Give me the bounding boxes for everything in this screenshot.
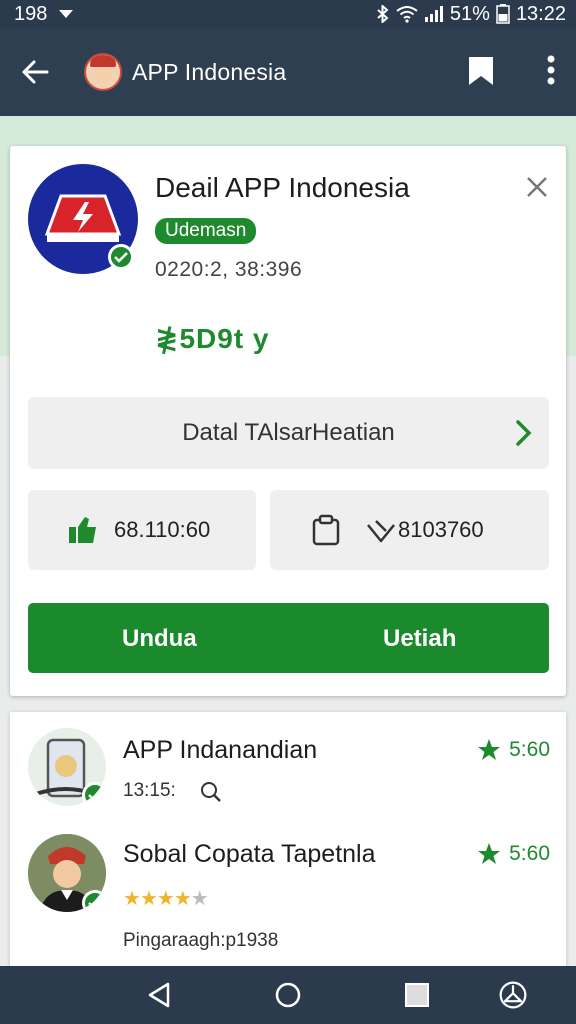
app-name: Deail APP Indonesia xyxy=(155,172,410,203)
app-price: ≹5D9t y xyxy=(155,323,270,354)
verified-check-icon xyxy=(82,782,106,806)
bluetooth-icon xyxy=(377,5,389,23)
star-empty-icon: ★ xyxy=(190,888,209,910)
bookmark-icon xyxy=(469,57,493,85)
verified-check-icon xyxy=(108,244,134,270)
clipboard-icon xyxy=(312,514,340,546)
list-item-footer: Pingaraagh:p1938 xyxy=(123,930,279,951)
app-logo xyxy=(28,164,138,274)
list-item[interactable]: APP Indanandian 13:15: 5:60 xyxy=(10,728,566,818)
status-left-text: 198 xyxy=(14,2,48,25)
back-button[interactable] xyxy=(0,28,70,116)
details-link-label: Datal TAlsarHeatian xyxy=(182,419,395,446)
chevron-right-icon xyxy=(516,420,532,446)
download-arrow-icon xyxy=(367,520,395,543)
list-item-rating-value: 5:60 xyxy=(509,738,550,761)
nav-home-button[interactable] xyxy=(273,980,303,1010)
list-item-avatar xyxy=(28,728,106,806)
list-item-rating: 5:60 xyxy=(477,738,550,762)
app-bar: APP Indonesia xyxy=(0,28,576,116)
list-item-rating-value: 5:60 xyxy=(509,842,550,865)
search-history-icon xyxy=(201,782,221,802)
details-link[interactable]: Datal TAlsarHeatian xyxy=(28,397,549,469)
list-item-title: Sobal Copata Tapetnla xyxy=(123,840,376,868)
back-arrow-icon xyxy=(22,60,49,84)
star-icon xyxy=(478,843,501,864)
app-bar-title: APP Indonesia xyxy=(132,58,287,85)
app-avatar xyxy=(84,53,122,91)
list-item[interactable]: Sobal Copata Tapetnla 5:60 ★★★★★ Pingara… xyxy=(10,832,566,966)
bookmark-button[interactable] xyxy=(468,56,494,91)
signal-icon xyxy=(424,6,443,22)
action-bar: Undua Uetiah xyxy=(28,603,549,673)
related-apps-list: APP Indanandian 13:15: 5:60 Sobal Copata… xyxy=(10,712,566,968)
app-detail-card: Deail APP Indonesia Udemasn 0220:2, 38:3… xyxy=(10,146,566,696)
stat-downloads-value: 8103760 xyxy=(398,517,484,542)
battery-percent: 51% xyxy=(449,2,490,25)
update-button[interactable]: Uetiah xyxy=(383,625,456,653)
stat-likes-value: 68.110:60 xyxy=(114,517,211,542)
download-button[interactable]: Undua xyxy=(122,625,197,653)
battery-icon xyxy=(496,4,510,24)
assistant-icon xyxy=(499,981,527,1009)
list-item-avatar xyxy=(28,834,106,912)
wifi-icon xyxy=(396,6,418,23)
lightning-shield-icon xyxy=(45,194,121,242)
thumbs-up-icon xyxy=(69,517,96,543)
verified-check-icon xyxy=(82,890,106,912)
nav-recents-button[interactable] xyxy=(402,980,432,1010)
nav-assistant-button[interactable] xyxy=(498,980,528,1010)
notification-dropdown-icon xyxy=(59,10,74,18)
close-button[interactable] xyxy=(526,176,548,203)
star-filled-icon: ★ xyxy=(173,888,192,910)
recents-square-icon xyxy=(405,983,429,1007)
close-icon xyxy=(527,177,547,197)
more-vert-icon xyxy=(547,55,555,85)
nav-back-button[interactable] xyxy=(144,980,174,1010)
status-bar: 198 51% 13:22 xyxy=(0,0,576,28)
list-item-subtitle: 13:15: xyxy=(123,780,176,801)
list-item-rating: 5:60 xyxy=(477,842,550,866)
star-rating: ★★★★★ xyxy=(123,886,209,911)
list-item-title: APP Indanandian xyxy=(123,736,318,764)
stat-downloads[interactable]: 8103760 xyxy=(270,490,549,570)
status-badge: Udemasn xyxy=(155,218,257,244)
star-filled-icon: ★ xyxy=(123,888,141,910)
stat-likes[interactable]: 68.110:60 xyxy=(28,490,256,570)
system-nav-bar xyxy=(0,966,576,1024)
clock: 13:22 xyxy=(515,2,566,25)
star-filled-icon: ★ xyxy=(139,888,158,910)
star-icon xyxy=(478,739,501,760)
back-triangle-icon xyxy=(148,982,170,1008)
more-options-button[interactable] xyxy=(546,54,556,91)
app-date: 0220:2, 38:396 xyxy=(155,258,303,281)
home-circle-icon xyxy=(275,982,301,1008)
star-filled-icon: ★ xyxy=(156,888,175,910)
